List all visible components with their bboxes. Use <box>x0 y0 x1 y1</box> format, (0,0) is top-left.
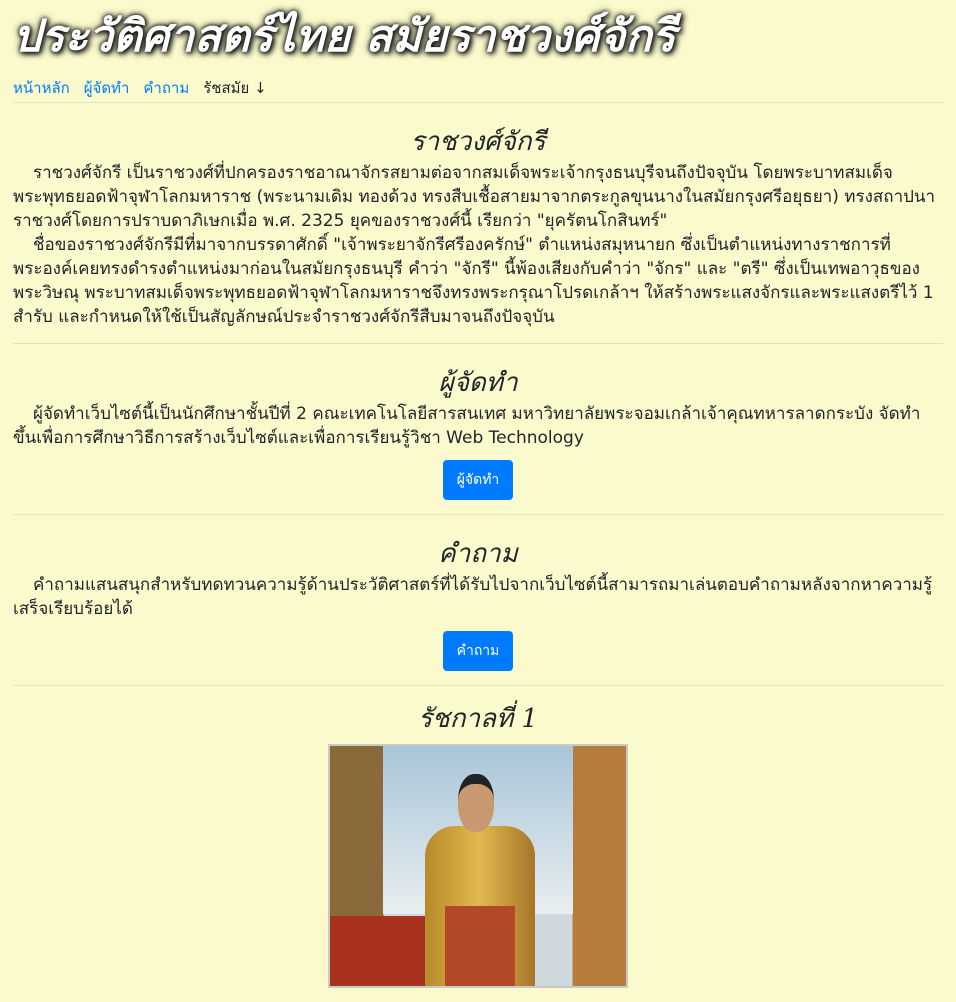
site-title: ประวัติศาสตร์ไทย สมัยราชวงศ์จักรี <box>13 11 676 62</box>
paragraph-text: ชื่อของราชวงศ์จักรีมีที่มาจากบรรดาศักดิ์… <box>13 235 934 327</box>
section-quiz: คำถาม คำถามแสนสนุกสำหรับทดทวนความรู้ด้าน… <box>13 515 943 686</box>
section-reign-1: รัชกาลที่ 1 <box>13 686 943 1002</box>
paragraph-text: ผู้จัดทำเว็บไซต์นี้เป็นนักศึกษาชั้นปีที่… <box>13 404 921 448</box>
paragraph: ผู้จัดทำเว็บไซต์นี้เป็นนักศึกษาชั้นปีที่… <box>13 402 943 450</box>
king-portrait-image <box>328 744 628 988</box>
section-heading: รัชกาลที่ 1 <box>418 704 538 734</box>
paragraph: ชื่อของราชวงศ์จักรีมีที่มาจากบรรดาศักดิ์… <box>13 233 943 329</box>
paragraph-text: คำถามแสนสนุกสำหรับทดทวนความรู้ด้านประวัต… <box>13 575 933 619</box>
section-authors: ผู้จัดทำ ผู้จัดทำเว็บไซต์นี้เป็นนักศึกษา… <box>13 344 943 515</box>
section-dynasty: ราชวงศ์จักรี ราชวงศ์จักรี เป็นราชวงศ์ที่… <box>13 103 943 344</box>
paragraph-text: ราชวงศ์จักรี เป็นราชวงศ์ที่ปกครองราชอาณา… <box>13 163 936 231</box>
nav-home[interactable]: หน้าหลัก <box>13 76 70 100</box>
authors-button[interactable]: ผู้จัดทำ <box>442 460 514 500</box>
nav-quiz[interactable]: คำถาม <box>143 76 189 100</box>
paragraph: คำถามแสนสนุกสำหรับทดทวนความรู้ด้านประวัต… <box>13 573 943 621</box>
nav-authors[interactable]: ผู้จัดทำ <box>84 76 130 100</box>
nav-reign-dropdown[interactable]: รัชสมัย ↓ <box>203 76 266 100</box>
quiz-button[interactable]: คำถาม <box>442 631 514 671</box>
section-heading: คำถาม <box>438 539 518 569</box>
main-nav: หน้าหลัก ผู้จัดทำ คำถาม รัชสมัย ↓ <box>13 76 943 103</box>
section-heading: ผู้จัดทำ <box>438 368 518 398</box>
paragraph: ราชวงศ์จักรี เป็นราชวงศ์ที่ปกครองราชอาณา… <box>13 161 943 233</box>
section-heading: ราชวงศ์จักรี <box>410 127 546 157</box>
